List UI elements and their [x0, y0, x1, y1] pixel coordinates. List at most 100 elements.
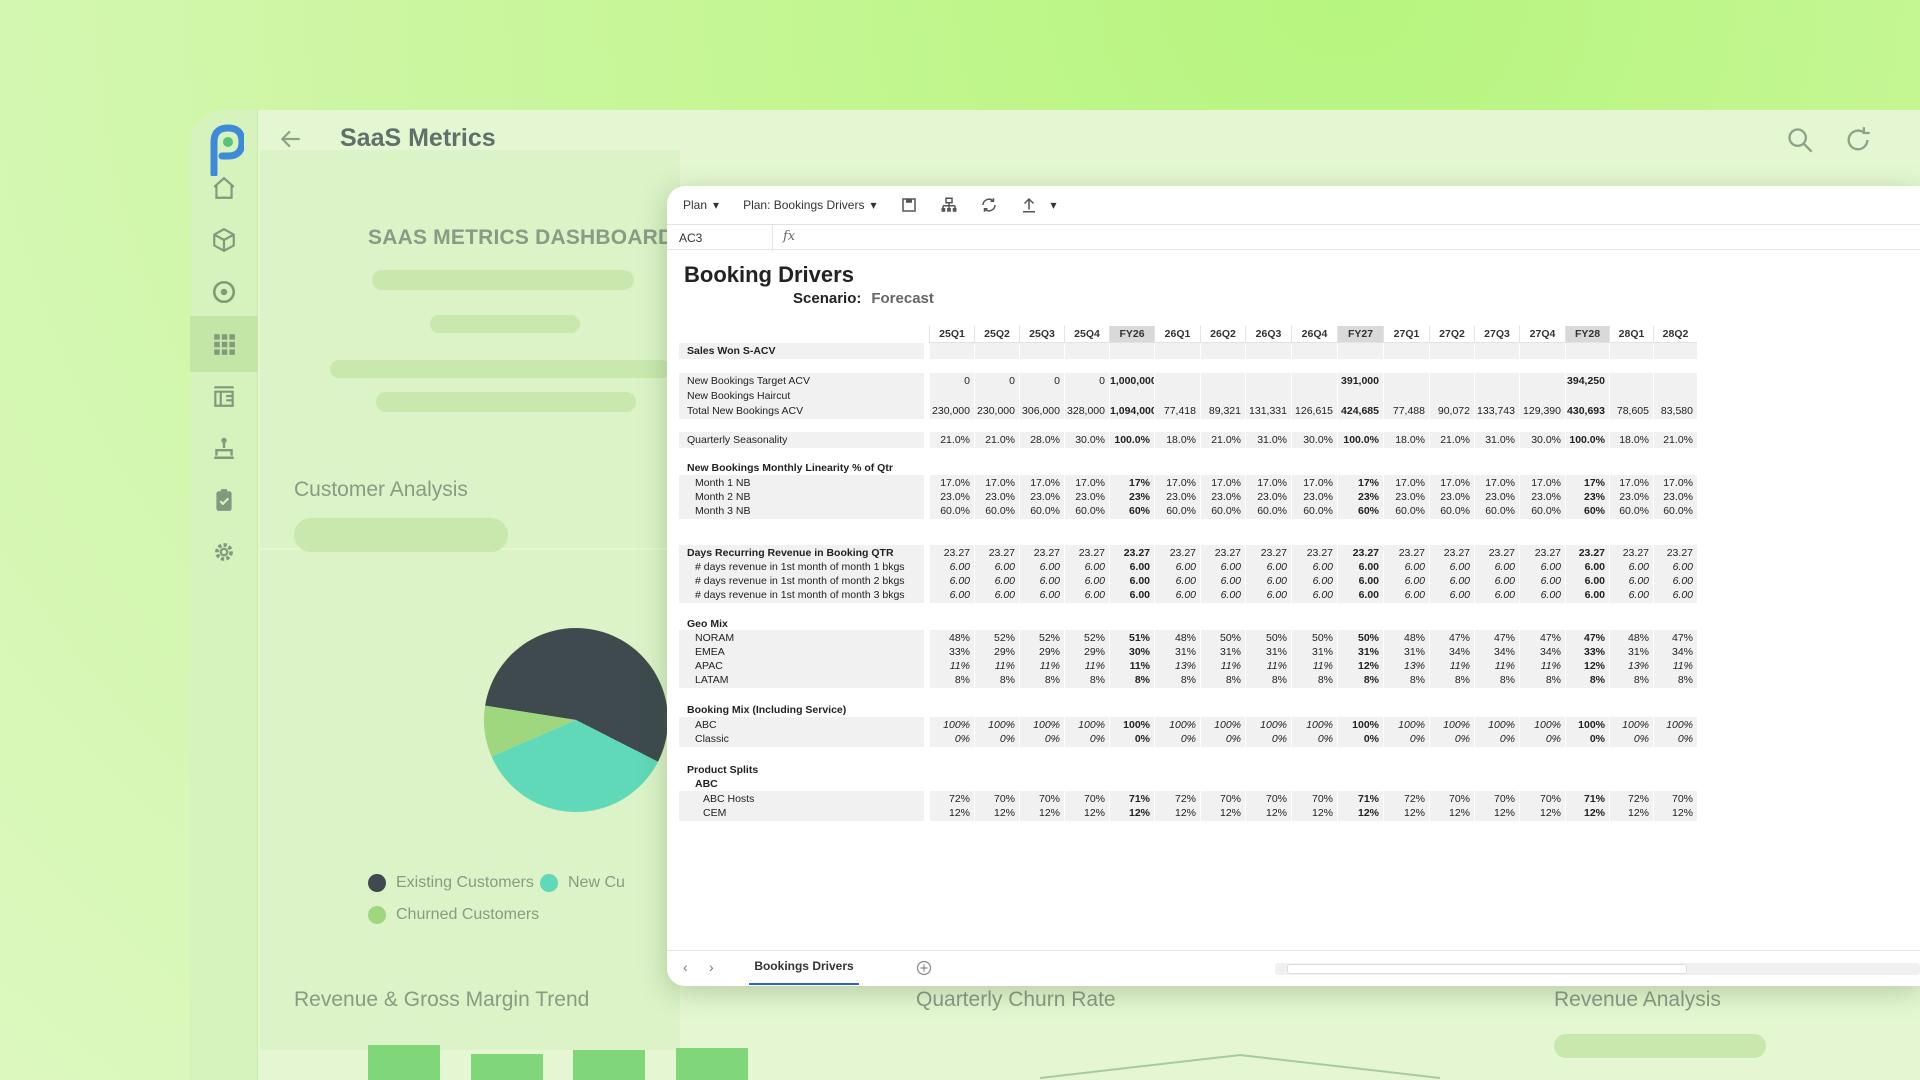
dashboard-layout-icon[interactable]: [190, 368, 258, 424]
table-cell[interactable]: 60.0%: [1474, 503, 1519, 519]
table-cell[interactable]: [1383, 373, 1429, 389]
table-cell[interactable]: [1200, 388, 1245, 404]
table-cell[interactable]: 77,418: [1154, 403, 1200, 419]
table-cell[interactable]: [1474, 343, 1519, 359]
column-header[interactable]: 28Q1: [1609, 326, 1653, 343]
table-cell[interactable]: 6.00: [1474, 587, 1519, 603]
table-cell[interactable]: [1064, 343, 1109, 359]
target-icon[interactable]: [190, 264, 258, 320]
table-cell[interactable]: 83,580: [1653, 403, 1697, 419]
column-header[interactable]: FY28: [1565, 326, 1609, 343]
table-cell[interactable]: 133,743: [1474, 403, 1519, 419]
tab-next-icon[interactable]: ›: [709, 959, 714, 975]
table-cell[interactable]: [929, 343, 974, 359]
table-cell[interactable]: 0%: [1200, 731, 1245, 747]
row-label[interactable]: New Bookings Haircut: [679, 388, 924, 404]
table-cell[interactable]: 126,615: [1291, 403, 1337, 419]
formula-bar[interactable]: AC3 fx: [667, 224, 1920, 251]
table-cell[interactable]: 12%: [1383, 805, 1429, 821]
table-cell[interactable]: [1291, 343, 1337, 359]
table-cell[interactable]: 0: [929, 373, 974, 389]
table-cell[interactable]: [1609, 388, 1653, 404]
table-cell[interactable]: [1337, 343, 1383, 359]
table-cell[interactable]: 12%: [1337, 805, 1383, 821]
column-header[interactable]: 26Q3: [1245, 326, 1291, 343]
table-cell[interactable]: 8%: [929, 672, 974, 688]
table-cell[interactable]: 6.00: [974, 587, 1019, 603]
tab-bookings-drivers[interactable]: Bookings Drivers: [749, 951, 859, 985]
column-header[interactable]: 26Q2: [1200, 326, 1245, 343]
table-cell[interactable]: [1109, 388, 1154, 404]
table-cell[interactable]: 12%: [929, 805, 974, 821]
table-cell[interactable]: 6.00: [1154, 587, 1200, 603]
table-cell[interactable]: 6.00: [1653, 587, 1697, 603]
table-cell[interactable]: 21.0%: [974, 432, 1019, 448]
table-cell[interactable]: 8%: [1291, 672, 1337, 688]
table-cell[interactable]: 0%: [1653, 731, 1697, 747]
tab-prev-icon[interactable]: ‹: [683, 959, 688, 975]
table-cell[interactable]: 60.0%: [1609, 503, 1653, 519]
table-cell[interactable]: 12%: [1291, 805, 1337, 821]
table-cell[interactable]: 0%: [1245, 731, 1291, 747]
table-cell[interactable]: [1245, 373, 1291, 389]
table-cell[interactable]: 8%: [1154, 672, 1200, 688]
table-cell[interactable]: 60.0%: [1019, 503, 1064, 519]
table-cell[interactable]: 12%: [1519, 805, 1565, 821]
upload-icon[interactable]: [1020, 196, 1038, 214]
table-cell[interactable]: 131,331: [1245, 403, 1291, 419]
scenario-value[interactable]: Forecast: [871, 290, 934, 307]
table-cell[interactable]: 100.0%: [1109, 432, 1154, 448]
refresh-icon[interactable]: [1844, 126, 1872, 154]
table-cell[interactable]: [1245, 343, 1291, 359]
table-cell[interactable]: 0%: [1474, 731, 1519, 747]
table-cell[interactable]: 12%: [1154, 805, 1200, 821]
table-cell[interactable]: [929, 388, 974, 404]
sync-icon[interactable]: [980, 196, 998, 214]
table-cell[interactable]: 21.0%: [929, 432, 974, 448]
column-header[interactable]: FY27: [1337, 326, 1383, 343]
table-cell[interactable]: 8%: [1609, 672, 1653, 688]
table-cell[interactable]: 60.0%: [1653, 503, 1697, 519]
table-cell[interactable]: 12%: [1609, 805, 1653, 821]
table-cell[interactable]: 6.00: [1337, 587, 1383, 603]
table-cell[interactable]: [1565, 388, 1609, 404]
column-header[interactable]: 28Q2: [1653, 326, 1697, 343]
table-cell[interactable]: [1429, 373, 1474, 389]
table-cell[interactable]: 0%: [1064, 731, 1109, 747]
column-header[interactable]: 27Q3: [1474, 326, 1519, 343]
table-cell[interactable]: 8%: [1064, 672, 1109, 688]
table-cell[interactable]: [1519, 343, 1565, 359]
column-header[interactable]: 25Q1: [929, 326, 974, 343]
table-cell[interactable]: 8%: [1474, 672, 1519, 688]
table-cell[interactable]: [1429, 388, 1474, 404]
table-cell[interactable]: [1019, 388, 1064, 404]
table-cell[interactable]: 77,488: [1383, 403, 1429, 419]
table-cell[interactable]: 12%: [974, 805, 1019, 821]
table-cell[interactable]: 60.0%: [1200, 503, 1245, 519]
row-label[interactable]: Sales Won S-ACV: [679, 343, 924, 359]
table-cell[interactable]: 0: [974, 373, 1019, 389]
table-cell[interactable]: 12%: [1109, 805, 1154, 821]
table-cell[interactable]: 0%: [1383, 731, 1429, 747]
table-cell[interactable]: 0%: [1019, 731, 1064, 747]
column-header[interactable]: 27Q1: [1383, 326, 1429, 343]
table-cell[interactable]: [1245, 388, 1291, 404]
table-cell[interactable]: 12%: [1565, 805, 1609, 821]
table-cell[interactable]: 391,000: [1337, 373, 1383, 389]
row-label[interactable]: Classic: [679, 731, 924, 747]
row-label[interactable]: ABC: [679, 776, 924, 792]
table-cell[interactable]: 6.00: [1609, 587, 1653, 603]
table-cell[interactable]: [974, 388, 1019, 404]
table-cell[interactable]: 60.0%: [1154, 503, 1200, 519]
table-cell[interactable]: 8%: [1565, 672, 1609, 688]
table-cell[interactable]: 6.00: [1565, 587, 1609, 603]
table-cell[interactable]: 12%: [1245, 805, 1291, 821]
column-header[interactable]: 27Q4: [1519, 326, 1565, 343]
table-cell[interactable]: 424,685: [1337, 403, 1383, 419]
row-label[interactable]: Booking Mix (Including Service): [679, 702, 924, 718]
table-cell[interactable]: 28.0%: [1019, 432, 1064, 448]
table-cell[interactable]: [1609, 373, 1653, 389]
home-icon[interactable]: [190, 160, 258, 216]
table-cell[interactable]: 0%: [1565, 731, 1609, 747]
table-cell[interactable]: 60%: [1565, 503, 1609, 519]
